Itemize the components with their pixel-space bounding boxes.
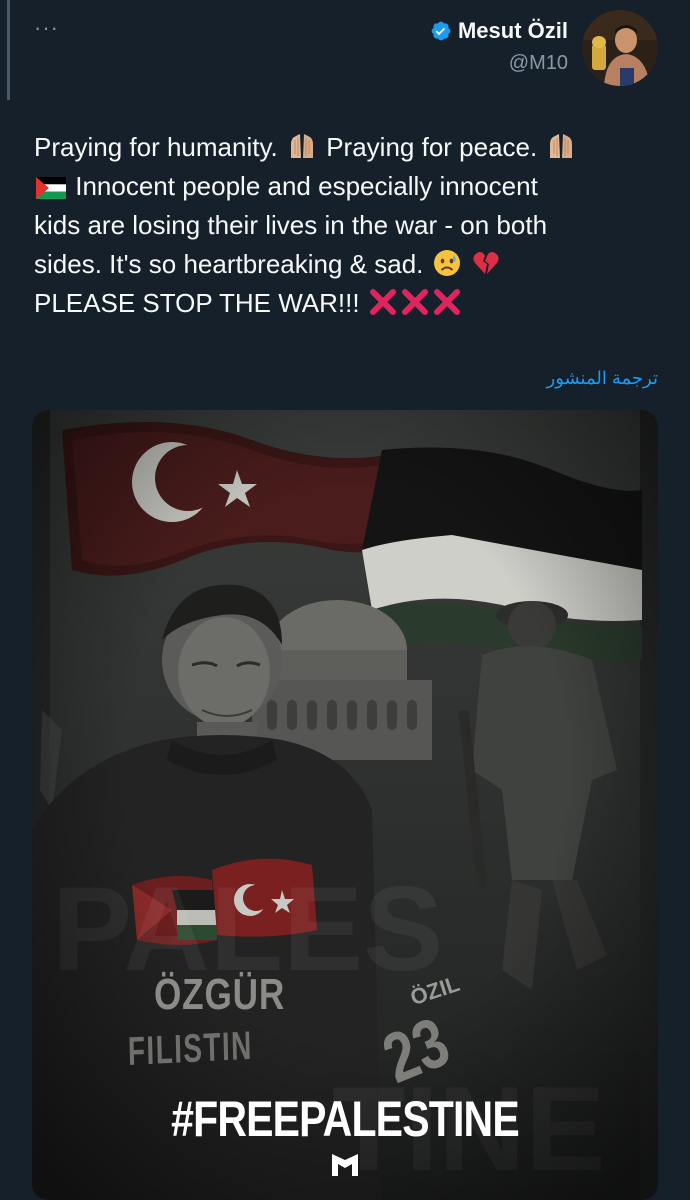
- cross-mark-icon: [401, 289, 428, 315]
- tweet-media-image[interactable]: PALES TINE ÖZGÜR FILISTIN ÖZIL 23 #FREEP…: [32, 410, 658, 1200]
- cross-mark-icon: [433, 289, 460, 315]
- display-name-row: Mesut Özil: [430, 18, 568, 44]
- verified-badge-icon: [431, 21, 451, 41]
- tweet-author[interactable]: Mesut Özil @M10: [430, 10, 658, 86]
- avatar[interactable]: [582, 10, 658, 86]
- more-horizontal-icon: ···: [34, 15, 59, 40]
- author-handle[interactable]: @M10: [430, 52, 568, 75]
- translate-post-link[interactable]: ترجمة المنشور: [547, 368, 659, 389]
- sad-face-icon: [433, 250, 460, 276]
- tweet-text-segment: PLEASE STOP THE WAR!!!: [34, 288, 360, 318]
- tweet-text-segment: Innocent people and especially innocent: [75, 171, 538, 201]
- broken-heart-icon: [473, 252, 499, 274]
- author-names: Mesut Özil @M10: [430, 10, 568, 75]
- avatar-image: [582, 10, 658, 86]
- poster-banner-line-2: FILISTIN: [127, 1023, 254, 1074]
- tweet-text-segment: Praying for humanity.: [34, 132, 278, 162]
- tweet-line-2: Innocent people and especially innocent: [34, 167, 654, 206]
- tweet-line-3: kids are losing their lives in the war -…: [34, 210, 548, 240]
- tweet-line-5: PLEASE STOP THE WAR!!!: [34, 284, 654, 323]
- palestine-flag-icon: [36, 177, 66, 199]
- tweet-line-4: sides. It's so heartbreaking & sad.: [34, 245, 654, 284]
- tweet-line-1: Praying for humanity. Praying for peace.: [34, 128, 654, 167]
- tweet-detail-view: ··· Mesut Özil @M10 Praying for humanity…: [0, 0, 690, 1200]
- tweet-text-segment: sides. It's so heartbreaking & sad.: [34, 249, 424, 279]
- author-display-name[interactable]: Mesut Özil: [458, 18, 568, 44]
- poster-hashtag: #FREEPALESTINE: [171, 1091, 520, 1147]
- tweet-text-segment: Praying for peace.: [326, 132, 538, 162]
- praying-hands-icon: [550, 134, 573, 158]
- poster-banner-line-1: ÖZGÜR: [154, 970, 286, 1019]
- m10-logo-icon: [332, 1154, 358, 1176]
- more-options-button[interactable]: ···: [34, 15, 59, 40]
- thread-connector-line: [7, 0, 10, 100]
- praying-hands-icon: [290, 134, 313, 158]
- poster-artwork: PALES TINE: [32, 410, 658, 1200]
- tweet-text: Praying for humanity. Praying for peace.…: [34, 128, 654, 323]
- cross-mark-icon: [369, 289, 396, 315]
